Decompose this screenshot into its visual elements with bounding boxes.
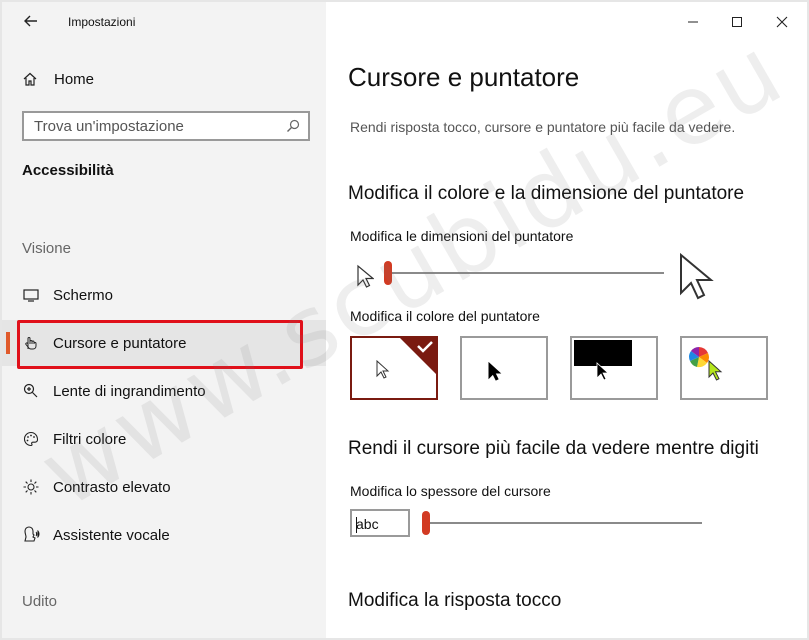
narrator-icon — [24, 526, 40, 542]
category-vision: Visione — [22, 240, 71, 257]
pointer-color-inverted[interactable] — [570, 336, 658, 400]
touch-section-heading: Modifica la risposta tocco — [348, 590, 562, 611]
title-bar: Impostazioni — [2, 2, 326, 42]
black-pointer-icon — [488, 362, 502, 381]
inverted-pointer-icon — [596, 362, 610, 381]
white-pointer-icon — [376, 360, 390, 379]
settings-window: Impostazioni Home Trova un'impostazione … — [0, 0, 809, 640]
search-input[interactable]: Trova un'impostazione — [22, 111, 310, 141]
home-label: Home — [54, 70, 95, 88]
app-title: Impostazioni — [68, 15, 136, 29]
checkmark-icon — [398, 336, 438, 376]
magnifier-icon — [23, 383, 38, 398]
color-wheel-icon — [689, 347, 709, 368]
sun-icon — [23, 479, 39, 495]
search-placeholder: Trova un'impostazione — [34, 118, 184, 135]
cursor-section-heading: Rendi il cursore più facile da vedere me… — [348, 438, 759, 459]
category-hearing: Udito — [22, 593, 58, 610]
search-icon — [287, 119, 300, 132]
cursor-thickness-label: Modifica lo spessore del cursore — [350, 483, 551, 499]
large-pointer-icon — [680, 252, 714, 300]
section-title: Accessibilità — [22, 162, 114, 179]
minimize-button[interactable] — [678, 10, 708, 34]
monitor-icon — [23, 289, 39, 302]
green-pointer-icon — [708, 360, 723, 381]
sidebar-item-label: Assistente vocale — [53, 526, 170, 544]
close-button[interactable] — [767, 10, 797, 34]
cursor-preview-box: abc — [350, 509, 410, 537]
home-link[interactable]: Home — [22, 66, 94, 92]
back-arrow-icon[interactable] — [20, 10, 42, 32]
pointer-color-black[interactable] — [460, 336, 548, 400]
sidebar-item-label: Schermo — [53, 286, 114, 304]
pointer-color-custom[interactable] — [680, 336, 768, 400]
cursor-thickness-track[interactable] — [424, 522, 702, 524]
cursor-thickness-thumb[interactable] — [422, 511, 430, 535]
page-title: Cursore e puntatore — [348, 62, 580, 92]
cursor-preview-text: abc — [356, 516, 379, 532]
sidebar-item-assistente[interactable]: Assistente vocale — [2, 512, 326, 558]
selection-indicator — [6, 332, 10, 354]
home-icon — [23, 72, 37, 86]
